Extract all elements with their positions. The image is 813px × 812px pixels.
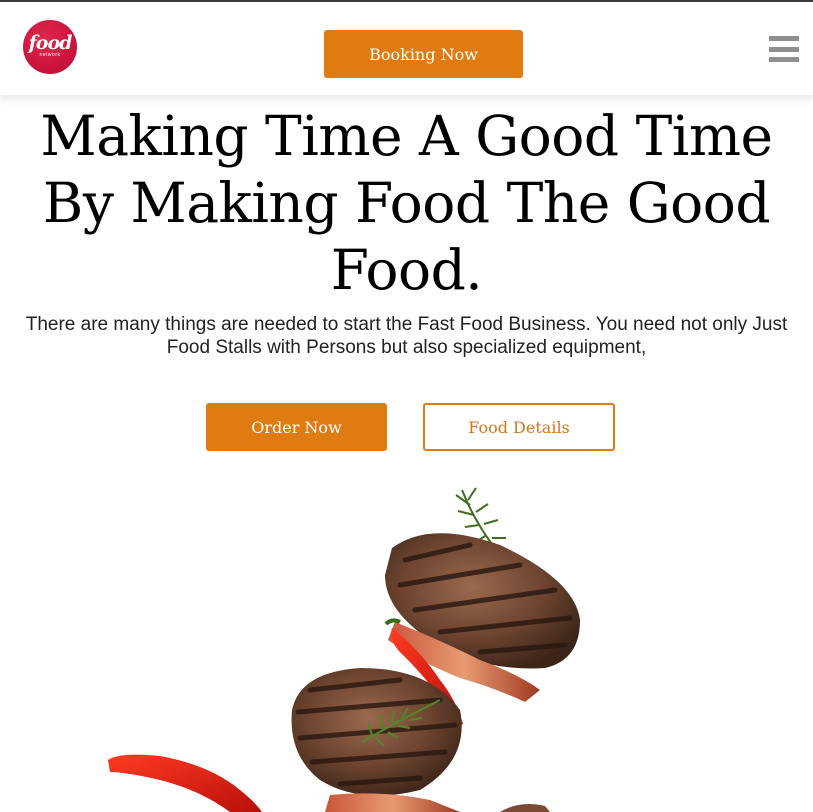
menu-bar-3 [769, 57, 799, 62]
menu-bar-1 [769, 36, 799, 41]
logo-wordmark: food [28, 31, 73, 54]
food-network-logo[interactable]: food network [23, 20, 77, 74]
bacon-strip-lower [325, 793, 460, 812]
food-details-button[interactable]: Food Details [423, 403, 615, 451]
menu-bar-2 [769, 46, 799, 52]
logo-subtext: network [39, 51, 61, 58]
hamburger-menu-icon[interactable] [769, 36, 799, 62]
hero-title: Making Time A Good Time By Making Food T… [40, 104, 773, 302]
order-now-button[interactable]: Order Now [206, 403, 387, 451]
middle-burger-patty [291, 668, 462, 796]
hero-food-image [108, 487, 580, 812]
red-chili-pepper-large [108, 754, 262, 812]
booking-now-button[interactable]: Booking Now [324, 30, 523, 78]
top-navbar: food network Booking Now [0, 2, 813, 95]
hero-description: There are many things are needed to star… [25, 314, 788, 358]
